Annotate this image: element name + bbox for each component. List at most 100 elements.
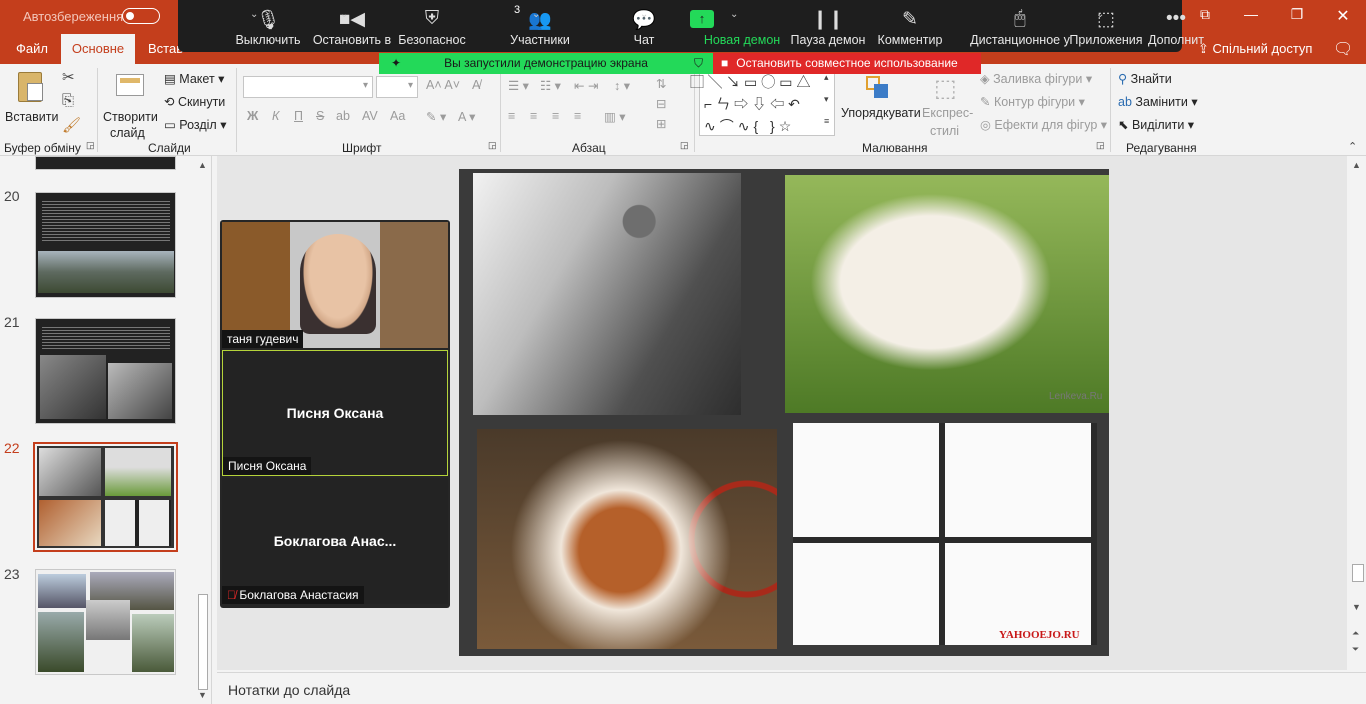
columns-icon[interactable]: ▥ ▾ <box>604 109 626 124</box>
grow-font-icon[interactable]: A˄ A˅ <box>426 78 460 92</box>
new-share-button[interactable]: ↑ ⌄ Новая демон <box>662 0 780 52</box>
minimize-icon[interactable]: — <box>1236 6 1266 22</box>
font-dialog-launcher-icon[interactable]: ◲ <box>488 140 497 151</box>
layout-button[interactable]: ▤ Макет ▾ <box>164 71 224 86</box>
security-button[interactable]: ⛨ Безопаснос <box>356 0 466 52</box>
chevron-down-icon[interactable]: ⌄ <box>250 9 258 20</box>
font-family-select[interactable]: ▾ <box>243 76 373 98</box>
chevron-down-icon[interactable]: ⌄ <box>340 9 348 20</box>
underline-button[interactable]: П <box>294 109 303 123</box>
arrange-button[interactable]: Упорядкувати <box>838 68 921 134</box>
apps-button[interactable]: ⬚ ⌄ Приложения <box>1030 0 1142 52</box>
align-center-icon[interactable]: ≡ <box>530 109 537 123</box>
numbering-icon[interactable]: ☷ ▾ <box>540 78 561 93</box>
font-color-icon[interactable]: A ▾ <box>458 109 475 124</box>
canvas-scrollbar[interactable]: ▲ ▼ ⏶ ⏷ <box>1348 156 1366 670</box>
share-button[interactable]: ⇪ Спільний доступ <box>1198 41 1312 57</box>
chat-button[interactable]: 💬 ⌄ Чат <box>578 0 656 52</box>
slide-thumbnail[interactable] <box>35 569 176 675</box>
next-slide-icon[interactable]: ⏷ <box>1352 644 1359 655</box>
scrollbar-thumb[interactable] <box>1352 564 1364 582</box>
copy-icon[interactable]: ⎘ <box>62 92 74 109</box>
maximize-icon[interactable]: ❐ <box>1282 6 1312 23</box>
paragraph-dialog-launcher-icon[interactable]: ◲ <box>680 140 689 151</box>
clear-format-icon[interactable]: A̸ <box>472 78 480 92</box>
close-icon[interactable]: ✕ <box>1328 6 1358 26</box>
font-size-select[interactable]: ▾ <box>376 76 418 98</box>
current-slide[interactable]: Lenkeva.Ru YAHOOEJO.RU <box>459 169 1109 656</box>
smartart-icon[interactable]: ⊞ <box>656 116 666 131</box>
autosave-toggle[interactable] <box>122 8 160 24</box>
italic-button[interactable]: К <box>272 109 279 123</box>
notes-pane[interactable]: Нотатки до слайда <box>217 672 1366 704</box>
text-direction-icon[interactable]: ⇅ <box>656 76 666 91</box>
chevron-down-icon[interactable]: ⌄ <box>730 9 738 20</box>
slide-image-child <box>473 173 741 415</box>
scroll-up-icon[interactable]: ▲ <box>198 160 207 170</box>
drawing-dialog-launcher-icon[interactable]: ◲ <box>1096 140 1105 151</box>
more-button[interactable]: ••• Дополнит <box>1114 0 1204 52</box>
spacing-icon[interactable]: ab <box>336 109 350 123</box>
align-right-icon[interactable]: ≡ <box>552 109 559 123</box>
change-case-button[interactable]: Aa <box>390 109 405 123</box>
pin-icon[interactable]: ✦ <box>391 53 401 74</box>
tab-file[interactable]: Файл <box>16 41 48 56</box>
gallery-more-icon[interactable]: ≡ <box>824 116 829 126</box>
slide-thumbnail-selected[interactable] <box>33 442 178 552</box>
bold-button[interactable]: Ж <box>247 109 258 123</box>
find-button[interactable]: ⚲ Знайти <box>1118 71 1172 86</box>
dialog-launcher-icon[interactable]: ◲ <box>86 140 95 151</box>
format-painter-icon[interactable]: 🖌 <box>62 116 81 134</box>
arrange-icon <box>866 76 888 98</box>
line-spacing-icon[interactable]: ↕ ▾ <box>614 78 630 93</box>
highlight-icon[interactable]: ✎ ▾ <box>426 109 446 124</box>
chevron-down-icon[interactable]: ⌄ <box>1096 9 1104 20</box>
paragraph-group-label: Абзац <box>572 141 606 155</box>
annotate-button[interactable]: ✎ Комментир <box>836 0 943 52</box>
shape-outline-button[interactable]: ✎ Контур фігури ▾ <box>980 94 1085 109</box>
gallery-down-icon[interactable]: ▾ <box>824 94 829 105</box>
pause-share-button[interactable]: ❙❙ Пауза демон <box>752 0 866 52</box>
indent-icon[interactable]: ⇤ ⇥ <box>574 78 598 93</box>
previous-slide-icon[interactable]: ⏶ <box>1352 628 1359 639</box>
shield-check-icon: ⛉ <box>693 56 703 70</box>
slide-thumbnail[interactable] <box>35 318 176 424</box>
reset-button[interactable]: ⟲ Скинути <box>164 94 225 109</box>
thumbnail-scrollbar[interactable]: ▲ ▼ <box>196 158 210 704</box>
stop-video-button[interactable]: ■◀ ⌄ Остановить в <box>270 0 391 52</box>
stop-share-button[interactable]: ■ Остановить совместное использование <box>713 53 981 74</box>
scroll-down-icon[interactable]: ▼ <box>198 690 207 700</box>
remote-control-button[interactable]: 🖱 Дистанционное у <box>920 0 1070 52</box>
shape-fill-button[interactable]: ◈ Заливка фігури ▾ <box>980 71 1092 86</box>
video-tile-active-speaker[interactable]: Писня Оксана Писня Оксана <box>222 350 448 476</box>
bullets-icon[interactable]: ☰ ▾ <box>508 78 529 93</box>
new-slide-button[interactable]: Створити слайд <box>102 68 158 140</box>
mute-button[interactable]: 🎙 ⌄ Выключить <box>182 0 300 52</box>
scroll-down-icon[interactable]: ▼ <box>1352 602 1361 612</box>
cut-icon[interactable]: ✂ <box>62 68 75 86</box>
scrollbar-thumb[interactable] <box>198 594 208 690</box>
scroll-up-icon[interactable]: ▲ <box>1352 160 1361 170</box>
comments-icon[interactable]: 🗨 <box>1333 39 1353 59</box>
align-left-icon[interactable]: ≡ <box>508 109 515 123</box>
justify-icon[interactable]: ≡ <box>574 109 581 123</box>
tab-home[interactable]: Основне <box>61 34 135 64</box>
replace-button[interactable]: ab Замінити ▾ <box>1118 94 1198 109</box>
paste-button[interactable]: Вставити <box>4 68 58 134</box>
video-tile[interactable]: таня гудевич <box>222 222 448 348</box>
shape-effects-button[interactable]: ◎ Ефекти для фігур ▾ <box>980 117 1107 132</box>
char-spacing-icon[interactable]: AV <box>362 109 378 123</box>
chevron-down-icon[interactable]: ⌄ <box>532 9 540 20</box>
shapes-gallery[interactable]: ⃞╲↘▭◯▭△ ⌐ㄣ⇨⇩⇦↶ ∿⌒∿{ }☆ <box>699 70 835 136</box>
align-text-icon[interactable]: ⊟ <box>656 96 666 111</box>
section-button[interactable]: ▭ Розділ ▾ <box>164 117 226 132</box>
chevron-down-icon[interactable]: ⌄ <box>640 9 648 20</box>
video-tile[interactable]: Боклагова Анас... 🎙̸ Боклагова Анастасия <box>222 478 448 604</box>
collapse-ribbon-icon[interactable]: ⌃ <box>1348 140 1357 153</box>
strikethrough-button[interactable]: S <box>316 109 324 123</box>
slide-thumbnail[interactable] <box>35 192 176 298</box>
slide-thumbnail-partial[interactable] <box>35 156 176 170</box>
select-button[interactable]: ⬉ Виділити ▾ <box>1118 117 1194 132</box>
participants-button[interactable]: 👥 3 ⌄ Участники <box>462 0 570 52</box>
quick-styles-button[interactable]: ⬚ Експрес- стилі <box>920 68 973 138</box>
